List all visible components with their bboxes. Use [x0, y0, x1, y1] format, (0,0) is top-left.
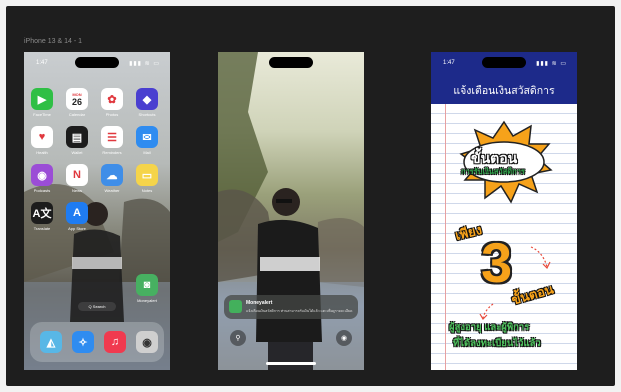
home-indicator[interactable]: [266, 362, 316, 365]
facetime-icon: ▶: [31, 88, 53, 110]
app-label: Notes: [141, 188, 153, 193]
app-podcasts[interactable]: ◉ Podcasts: [31, 164, 53, 193]
app-label: Moneyalert: [137, 298, 157, 304]
app-weather[interactable]: ☁ Weather: [101, 164, 123, 193]
health-icon: ♥: [31, 126, 53, 148]
notification-body: แจ้งเตือนเงินสวัสดิการ ท่านสามารถรับเงิน…: [246, 309, 353, 313]
app-store-icon: A: [66, 202, 88, 224]
app-facetime[interactable]: ▶ FaceTime: [31, 88, 53, 117]
dock-app-maps[interactable]: ◭: [40, 331, 62, 353]
mail-icon: ✉: [136, 126, 158, 148]
podcasts-icon: ◉: [31, 164, 53, 186]
maps-icon: ◭: [40, 331, 62, 353]
app-moneyalert[interactable]: ◙ Moneyalert: [136, 274, 158, 303]
wallet-icon: ▤: [66, 126, 88, 148]
status-icons: ▮▮▮ ≋ ▭: [129, 61, 160, 67]
notes-icon: ▭: [136, 164, 158, 186]
dashed-arrow-top: [530, 246, 548, 268]
moneyalert-icon: ◙: [136, 274, 158, 297]
app-label: Weather: [104, 188, 120, 193]
camera-icon[interactable]: ◉: [336, 330, 352, 346]
lock-screen-frame[interactable]: Moneyalert แจ้งเตือนเงินสวัสดิการ ท่านสา…: [218, 52, 364, 370]
app-label: FaceTime: [33, 112, 51, 117]
moneyalert-app-icon: [229, 300, 242, 313]
search-pill[interactable]: Q Search: [78, 302, 116, 311]
dock-app-music[interactable]: ♫: [104, 331, 126, 353]
app-label: Shortcuts: [138, 112, 156, 117]
app-label: News: [71, 188, 82, 193]
alert-screen-frame[interactable]: 1:47 ▮▮▮ ≋ ▭ แจ้งเตือนเงินสวัสดิการ ขั้น…: [431, 52, 577, 370]
burst-subheading: การรับเงินสวัสดิการ: [461, 167, 525, 176]
calendar-icon: MON 26: [66, 88, 88, 110]
app-notes[interactable]: ▭ Notes: [136, 164, 158, 193]
app-label: Translate: [33, 226, 51, 231]
dynamic-island: [75, 57, 119, 68]
design-canvas: iPhone 13 & 14 - 1 1:47 ▮▮▮ ≋ ▭ ▶ FaceTim…: [6, 6, 615, 386]
weather-icon: ☁: [101, 164, 123, 186]
app-wallet[interactable]: ▤ Wallet: [66, 126, 88, 155]
app-health[interactable]: ♥ Health: [31, 126, 53, 155]
app-label: Podcasts: [33, 188, 51, 193]
notification-title: Moneyalert: [246, 300, 273, 306]
app-label: App Store: [68, 226, 86, 231]
dock: ◭ ✧ ♫ ◉: [30, 322, 164, 362]
reminders-icon: ☰: [101, 126, 123, 148]
flashlight-icon[interactable]: ⚲: [230, 330, 246, 346]
person-silhouette-lock: [256, 188, 322, 370]
app-label: Wallet: [71, 150, 83, 155]
dock-app-camera[interactable]: ◉: [136, 331, 158, 353]
translate-icon: A文: [31, 202, 53, 224]
notification-banner[interactable]: Moneyalert แจ้งเตือนเงินสวัสดิการ ท่านสา…: [224, 295, 358, 319]
footer-line-2: ที่ได้ลงทะเบียนไว้แล้ว: [453, 338, 541, 349]
app-label: Mail: [143, 150, 151, 155]
app-mail[interactable]: ✉ Mail: [136, 126, 158, 155]
dynamic-island: [269, 57, 313, 68]
app-shortcuts[interactable]: ◆ Shortcuts: [136, 88, 158, 117]
photos-icon: ✿: [101, 88, 123, 110]
app-label: Calendar: [68, 112, 86, 117]
app-label: Health: [36, 150, 48, 155]
app-reminders[interactable]: ☰ Reminders: [101, 126, 123, 155]
app-calendar[interactable]: MON 26 Calendar: [66, 88, 88, 117]
status-time: 1:47: [36, 60, 48, 66]
news-icon: N: [66, 164, 88, 186]
app-photos[interactable]: ✿ Photos: [101, 88, 123, 117]
camera-icon: ◉: [136, 331, 158, 353]
footer-line-1: ผู้สูงอายุ และผู้พิการ: [449, 322, 530, 333]
app-translate[interactable]: A文 Translate: [31, 202, 53, 231]
dock-app-safari[interactable]: ✧: [72, 331, 94, 353]
app-label: Reminders: [102, 150, 122, 155]
dashed-arrow-bottom: [482, 303, 494, 319]
app-news[interactable]: N News: [66, 164, 88, 193]
music-icon: ♫: [104, 331, 126, 353]
shortcuts-icon: ◆: [136, 88, 158, 110]
step-count: 3: [481, 231, 513, 294]
app-label: Photos: [105, 112, 119, 117]
safari-icon: ✧: [72, 331, 94, 353]
home-screen-frame[interactable]: 1:47 ▮▮▮ ≋ ▭ ▶ FaceTime MON 26 Calendar ✿ Phot…: [24, 52, 170, 370]
app-app-store[interactable]: A App Store: [66, 202, 88, 231]
frame-label[interactable]: iPhone 13 & 14 - 1: [24, 38, 82, 45]
